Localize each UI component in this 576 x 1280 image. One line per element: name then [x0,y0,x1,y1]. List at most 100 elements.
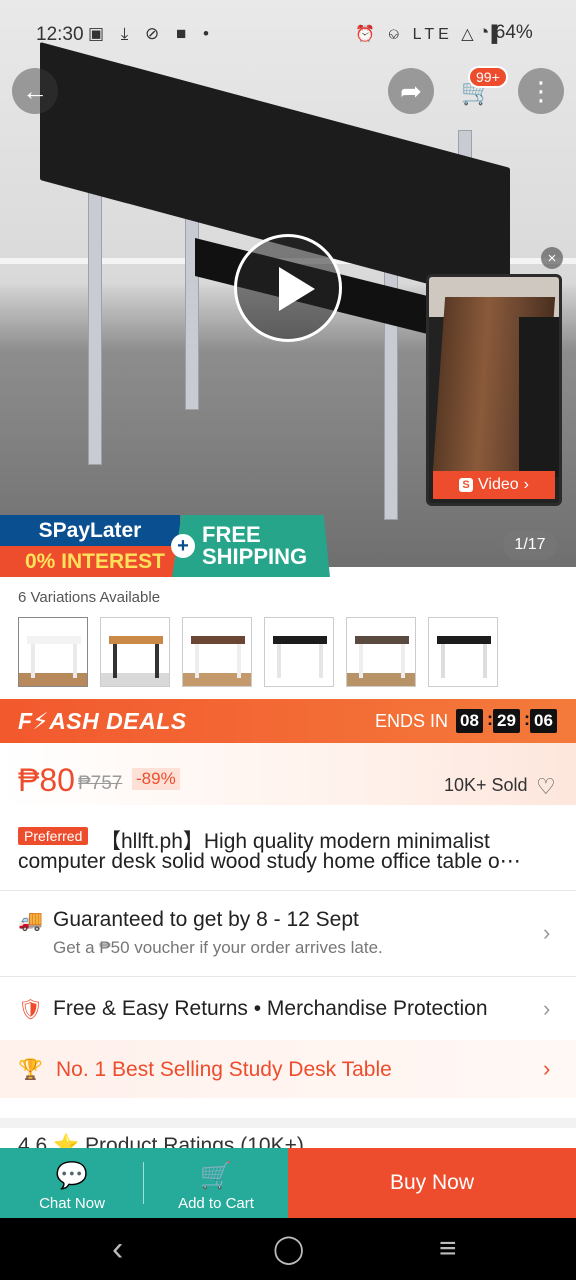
video-packaging [519,317,559,477]
divider [0,890,576,891]
thumb-leg [483,644,487,678]
thumb-desk-top [273,636,327,644]
share-icon: ➦ [400,75,422,106]
price-section: ₱80 ₱757 -89% 10K+ Sold ♡ [0,743,576,805]
share-button[interactable]: ➦ [388,68,434,114]
image-page-counter: 1/17 [503,530,557,560]
thumb-floor [19,673,87,686]
thumb-leg [113,644,117,678]
status-time: 12:30 [36,24,84,45]
chat-now-label: Chat Now [39,1195,105,1212]
nav-recents-icon[interactable]: ≡ [439,1232,457,1266]
plus-icon: + [171,534,195,558]
more-options-button[interactable]: ⋮ [518,68,564,114]
free-text: FREE [202,522,261,547]
original-price: ₱757 [78,773,123,794]
divider [0,976,576,977]
thumb-desk-top [27,636,81,644]
product-title-line2: computer desk solid wood study home offi… [18,850,521,873]
shipping-guarantee-title: Guaranteed to get by 8 - 12 Sept [53,908,359,931]
video-tag-button[interactable]: S Video › [433,471,555,499]
section-gap [0,1118,576,1128]
variation-thumbnail[interactable] [100,617,170,687]
thumb-desk-top [355,636,409,644]
video-label: Video [478,476,519,493]
trophy-icon: 🏆 [18,1059,43,1081]
variation-thumbnails [18,617,498,687]
shield-icon: 🛡 [18,999,44,1021]
shipping-text: SHIPPING [202,544,308,569]
thumb-floor [347,673,415,686]
thumb-leg [237,644,241,678]
back-button[interactable]: ← [12,68,58,114]
promo-banner: SPayLater 0% INTEREST FREE SHIPPING + [0,515,330,577]
play-video-button[interactable] [234,234,342,342]
status-bar: 12:30 ▣ ⤓ ⊘ ■ • ⏰ ⎉ LTE △ ▐ ◔ 64% [0,0,576,66]
variation-thumbnail[interactable] [346,617,416,687]
thumb-desk-top [191,636,245,644]
spaylater-label: SPayLater [0,515,180,546]
thumb-leg [359,644,363,678]
flash-deals-bar[interactable]: F⚡ASH DEALS ENDS IN 08 : 29 : 06 [0,699,576,743]
thumb-floor [429,673,497,686]
thumb-leg [31,644,35,678]
notification-icons: ▣ ⤓ ⊘ ■ • [88,24,215,43]
ends-in-label: ENDS IN [375,711,449,731]
back-arrow-icon: ← [22,75,48,106]
flash-deals-title: F⚡ASH DEALS [18,708,187,734]
thumb-floor [183,673,251,686]
thumb-desk-top [437,636,491,644]
thumb-leg [195,644,199,678]
truck-icon: 🚚 [18,910,43,932]
returns-protection-text: Free & Easy Returns • Merchandise Protec… [53,997,488,1020]
current-price: ₱80 [18,762,75,798]
thumb-leg [155,644,159,678]
variation-thumbnail[interactable] [264,617,334,687]
thumb-leg [277,644,281,678]
shopee-logo-icon: S [459,478,474,492]
preferred-badge: Preferred [18,827,89,845]
system-navigation-bar: ‹ ◯ ≡ [0,1218,576,1280]
variation-thumbnail[interactable] [18,617,88,687]
battery-indicator: ◔ 64% [478,22,533,43]
chevron-right-icon: › [543,920,551,945]
timer-hours: 08 [456,709,483,733]
timer-seconds: 06 [530,709,557,733]
bottom-action-bar: 💬 Chat Now 🛒 Add to Cart Buy Now [0,1148,576,1218]
chevron-right-icon: › [523,476,529,493]
thumb-floor [101,673,169,686]
chevron-right-icon: › [543,996,551,1021]
chevron-right-icon: › [543,1056,551,1081]
shipping-guarantee-subtitle: Get a ₱50 voucher if your order arrives … [53,938,383,957]
variation-thumbnail[interactable] [428,617,498,687]
nav-back-icon[interactable]: ‹ [112,1230,123,1269]
buy-now-button[interactable]: Buy Now [288,1148,576,1218]
best-seller-row[interactable]: 🏆 No. 1 Best Selling Study Desk Table › [0,1040,576,1098]
add-to-cart-button[interactable]: 🛒 Add to Cart [144,1148,288,1218]
heart-icon[interactable]: ♡ [536,774,556,800]
zero-interest-label: 0% INTEREST [0,546,190,577]
thumb-leg [73,644,77,678]
more-vertical-icon: ⋮ [528,75,554,106]
thumb-desk-top [109,636,163,644]
best-seller-text: No. 1 Best Selling Study Desk Table [56,1058,392,1081]
chat-bubble-icon: 💬 [55,1160,89,1190]
variation-thumbnail[interactable] [182,617,252,687]
thumb-floor [265,673,333,686]
mini-video-preview[interactable]: S Video › [426,274,562,506]
add-cart-icon: 🛒 [199,1160,233,1190]
thumb-leg [319,644,323,678]
cart-count-badge: 99+ [468,66,508,88]
free-shipping-label: FREE SHIPPING [172,515,330,577]
chat-now-button[interactable]: 💬 Chat Now [0,1148,144,1218]
thumb-leg [401,644,405,678]
discount-badge: -89% [132,768,180,790]
close-mini-video-button[interactable]: × [541,247,563,269]
variations-label: 6 Variations Available [18,589,161,606]
sold-count: 10K+ Sold [444,775,528,795]
add-to-cart-label: Add to Cart [178,1195,254,1212]
close-icon: × [547,249,557,267]
thumb-leg [441,644,445,678]
nav-home-icon[interactable]: ◯ [273,1232,304,1265]
timer-minutes: 29 [493,709,520,733]
